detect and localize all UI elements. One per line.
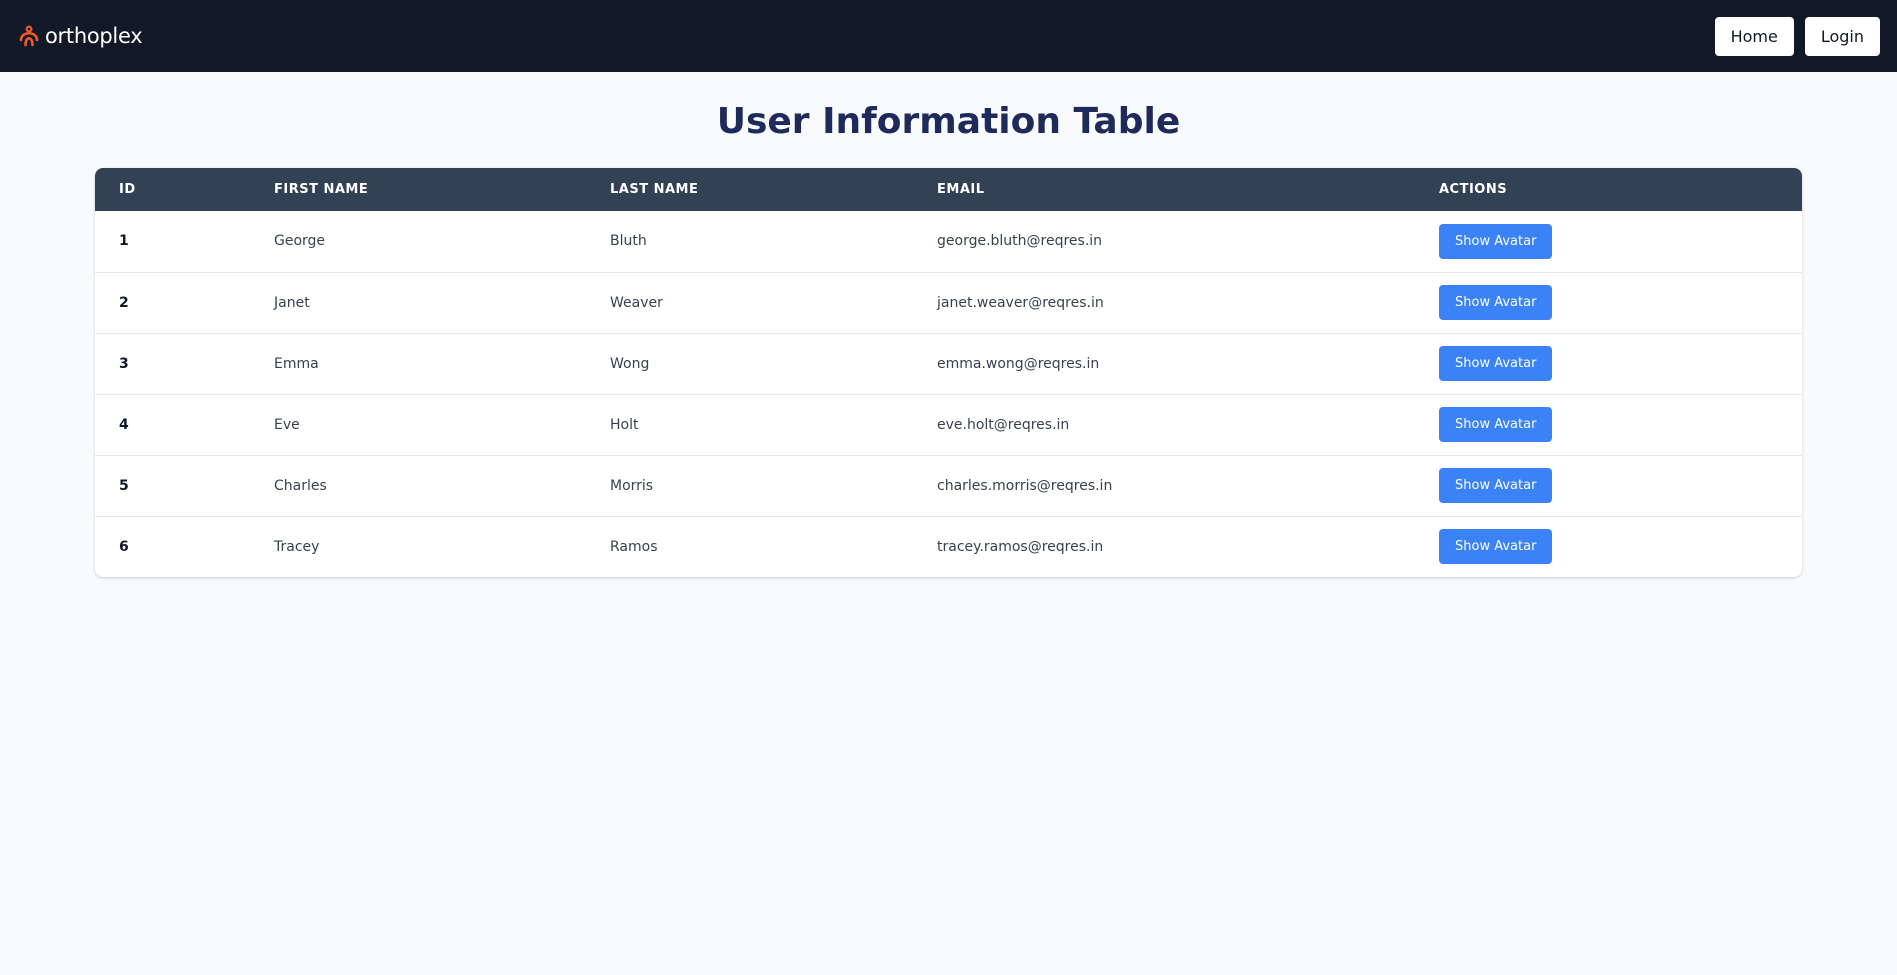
table-header-row: ID FIRST NAME LAST NAME EMAIL ACTIONS <box>95 168 1802 211</box>
email-cell: eve.holt@reqres.in <box>937 416 1070 433</box>
last-name-cell: Holt <box>610 416 639 433</box>
first-name-cell: Charles <box>274 477 327 494</box>
column-header-email: EMAIL <box>937 182 985 197</box>
first-name-cell: Janet <box>274 294 310 311</box>
table-row: 3 Emma Wong emma.wong@reqres.in Show Ava… <box>95 333 1802 394</box>
login-button[interactable]: Login <box>1804 16 1880 56</box>
user-table-container: ID FIRST NAME LAST NAME EMAIL ACTIONS 1 … <box>95 168 1802 577</box>
first-name-cell: Emma <box>274 355 319 372</box>
table-row: 6 Tracey Ramos tracey.ramos@reqres.in Sh… <box>95 516 1802 577</box>
last-name-cell: Bluth <box>610 233 647 250</box>
email-cell: tracey.ramos@reqres.in <box>937 538 1104 555</box>
actions-cell: Show Avatar <box>1415 516 1802 577</box>
user-table: ID FIRST NAME LAST NAME EMAIL ACTIONS 1 … <box>95 168 1802 577</box>
email-cell: charles.morris@reqres.in <box>937 477 1113 494</box>
column-header-first-name: FIRST NAME <box>274 182 369 197</box>
email-cell: emma.wong@reqres.in <box>937 355 1100 372</box>
user-id-cell: 1 <box>119 233 129 250</box>
top-navbar: orthoplex Home Login <box>0 0 1897 72</box>
first-name-cell: Tracey <box>274 538 320 555</box>
show-avatar-button[interactable]: Show Avatar <box>1439 468 1553 503</box>
show-avatar-button[interactable]: Show Avatar <box>1439 223 1553 259</box>
show-avatar-button[interactable]: Show Avatar <box>1439 407 1553 442</box>
column-header-id: ID <box>119 182 136 197</box>
show-avatar-button[interactable]: Show Avatar <box>1439 346 1553 381</box>
first-name-cell: George <box>274 233 326 250</box>
user-id-cell: 4 <box>119 416 129 433</box>
actions-cell: Show Avatar <box>1415 455 1802 516</box>
email-cell: janet.weaver@reqres.in <box>937 294 1104 311</box>
actions-cell: Show Avatar <box>1415 272 1802 333</box>
user-id-cell: 6 <box>119 538 129 555</box>
show-avatar-button[interactable]: Show Avatar <box>1439 529 1553 565</box>
home-button[interactable]: Home <box>1714 16 1794 56</box>
brand-name: orthoplex <box>45 24 143 48</box>
email-cell: george.bluth@reqres.in <box>937 233 1103 250</box>
table-row: 2 Janet Weaver janet.weaver@reqres.in Sh… <box>95 272 1802 333</box>
show-avatar-button[interactable]: Show Avatar <box>1439 285 1553 320</box>
table-row: 4 Eve Holt eve.holt@reqres.in Show Avata… <box>95 394 1802 455</box>
actions-cell: Show Avatar <box>1415 394 1802 455</box>
user-id-cell: 3 <box>119 355 129 372</box>
column-header-last-name: LAST NAME <box>610 182 699 197</box>
column-header-actions: ACTIONS <box>1439 182 1508 197</box>
actions-cell: Show Avatar <box>1415 333 1802 394</box>
last-name-cell: Wong <box>610 355 650 372</box>
orthoplex-logo-icon <box>17 24 41 48</box>
page-title: User Information Table <box>716 101 1181 142</box>
actions-cell: Show Avatar <box>1415 211 1802 272</box>
first-name-cell: Eve <box>274 416 300 433</box>
last-name-cell: Morris <box>610 477 654 494</box>
user-id-cell: 2 <box>119 294 129 311</box>
table-row: 5 Charles Morris charles.morris@reqres.i… <box>95 455 1802 516</box>
last-name-cell: Weaver <box>610 294 663 311</box>
table-row: 1 George Bluth george.bluth@reqres.in Sh… <box>95 211 1802 272</box>
brand[interactable]: orthoplex <box>17 24 143 48</box>
nav-buttons: Home Login <box>1714 16 1880 56</box>
last-name-cell: Ramos <box>610 538 658 555</box>
user-id-cell: 5 <box>119 477 129 494</box>
